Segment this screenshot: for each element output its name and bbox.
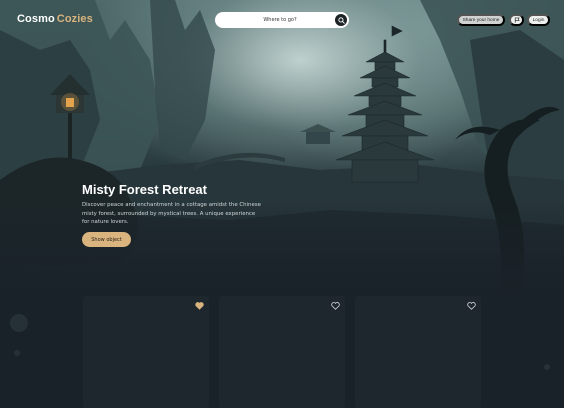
hero-background bbox=[0, 0, 564, 300]
heart-icon[interactable] bbox=[195, 302, 204, 310]
decorative-dot bbox=[14, 350, 20, 356]
heart-icon[interactable] bbox=[331, 302, 340, 310]
logo-part-1: Cosmo bbox=[17, 13, 55, 25]
logo[interactable]: Cosmo Cozies bbox=[17, 13, 93, 25]
listing-card[interactable] bbox=[355, 296, 481, 408]
share-your-home-button[interactable]: Share your home bbox=[457, 14, 505, 26]
search-icon bbox=[337, 16, 345, 24]
logo-part-2: Cozies bbox=[56, 13, 93, 25]
listing-card[interactable] bbox=[219, 296, 345, 408]
listing-card[interactable] bbox=[83, 296, 209, 408]
decorative-dot bbox=[544, 364, 550, 370]
show-object-button[interactable]: Show object bbox=[82, 232, 131, 247]
flag-icon bbox=[514, 17, 520, 23]
heart-icon[interactable] bbox=[467, 302, 476, 310]
search-button[interactable] bbox=[335, 14, 347, 26]
search-bar[interactable]: Where to go? bbox=[215, 12, 349, 28]
search-placeholder[interactable]: Where to go? bbox=[215, 17, 335, 23]
hero-title: Misty Forest Retreat bbox=[82, 182, 207, 197]
login-button[interactable]: Login bbox=[527, 14, 550, 26]
decorative-dot bbox=[10, 314, 28, 332]
hero-description: Discover peace and enchantment in a cott… bbox=[82, 202, 261, 226]
language-flag-button[interactable] bbox=[509, 14, 524, 26]
